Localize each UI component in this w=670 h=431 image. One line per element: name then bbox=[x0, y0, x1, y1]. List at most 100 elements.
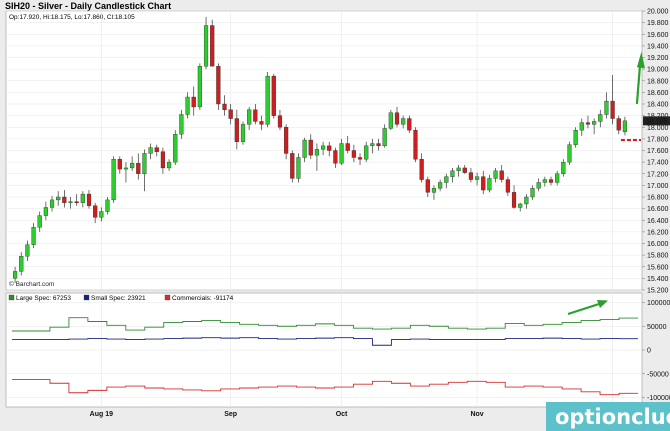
bullish-candle-body bbox=[80, 193, 85, 203]
bullish-candle-body bbox=[592, 121, 597, 125]
candle bbox=[567, 141, 572, 166]
chart-title: SIH20 - Silver - Daily Candlestick Chart bbox=[5, 1, 171, 11]
bearish-candle-body bbox=[462, 167, 467, 173]
price-y-tick-label: 17.200 bbox=[647, 171, 669, 178]
legend-swatch bbox=[164, 294, 171, 301]
bearish-candle-body bbox=[425, 179, 430, 193]
bullish-candle-body bbox=[19, 256, 24, 272]
bearish-candle-body bbox=[481, 176, 486, 191]
bearish-candle-body bbox=[511, 192, 517, 208]
price-y-tick-label: 17.600 bbox=[647, 148, 669, 155]
candle bbox=[240, 121, 246, 145]
cot-y-tick-label: 0 bbox=[647, 348, 651, 355]
price-y-tick-label: 16.600 bbox=[647, 206, 669, 213]
candle bbox=[296, 153, 301, 183]
bearish-candle-body bbox=[234, 118, 239, 142]
candle bbox=[573, 127, 578, 148]
bullish-candle-body bbox=[524, 196, 529, 205]
bearish-candle-body bbox=[499, 170, 504, 180]
price-y-tick-label: 15.600 bbox=[647, 264, 669, 271]
bearish-candle-body bbox=[610, 100, 615, 119]
price-y-tick-label: 16.000 bbox=[647, 241, 669, 248]
cot-y-tick-label: 100000 bbox=[647, 300, 670, 307]
last-price-marker: 18.105 bbox=[643, 116, 670, 126]
bearish-candle-body bbox=[333, 150, 338, 164]
price-y-tick-label: 18.000 bbox=[647, 125, 669, 132]
bullish-candle-body bbox=[598, 114, 603, 122]
cot-legend: Large Spec: 67253 Small Spec: 23921 Commer… bbox=[8, 294, 234, 302]
price-y-tick-label: 19.600 bbox=[647, 32, 669, 39]
bearish-candle-body bbox=[407, 118, 412, 131]
bearish-candle-body bbox=[93, 205, 98, 218]
bullish-candle-body bbox=[320, 145, 326, 150]
bullish-candle-body bbox=[444, 176, 449, 183]
bearish-candle-body bbox=[413, 129, 418, 160]
bullish-candle-body bbox=[604, 100, 609, 115]
candle bbox=[290, 150, 295, 183]
price-y-tick-label: 19.400 bbox=[647, 43, 669, 50]
bearish-candle-body bbox=[357, 157, 363, 160]
bearish-candle-body bbox=[345, 143, 350, 151]
price-y-tick-label: 16.200 bbox=[647, 229, 669, 236]
cot-y-tick-label: -50000 bbox=[647, 371, 669, 378]
bullish-candle-body bbox=[31, 227, 36, 245]
price-y-tick-label: 18.400 bbox=[647, 102, 669, 109]
price-y-tick-label: 20.000 bbox=[647, 9, 669, 16]
bearish-candle-body bbox=[222, 103, 227, 110]
chart-stage: SIH20 - Silver - Daily Candlestick Chart… bbox=[0, 0, 670, 431]
bullish-candle-body bbox=[12, 271, 18, 279]
bearish-candle-body bbox=[253, 109, 258, 122]
bearish-candle-body bbox=[62, 196, 67, 203]
bearish-candle-body bbox=[308, 139, 313, 156]
bullish-candle-body bbox=[518, 203, 523, 208]
bearish-candle-body bbox=[210, 25, 215, 67]
candle bbox=[388, 109, 393, 131]
bullish-candle-body bbox=[240, 124, 246, 142]
bearish-candle-body bbox=[394, 112, 400, 125]
bullish-candle-body bbox=[49, 199, 55, 208]
candle bbox=[111, 156, 116, 203]
cot-y-tick-label: -100000 bbox=[647, 395, 670, 402]
candle bbox=[271, 73, 276, 119]
bearish-candle-body bbox=[548, 179, 554, 183]
x-tick-label: Nov bbox=[470, 411, 483, 418]
bullish-candle-body bbox=[123, 167, 129, 170]
price-y-tick-label: 19.200 bbox=[647, 55, 669, 62]
price-y-tick-label: 18.600 bbox=[647, 90, 669, 97]
price-y-tick-label: 19.800 bbox=[647, 20, 669, 27]
chart-canvas: SIH20 - Silver - Daily Candlestick Chart… bbox=[0, 0, 670, 431]
ohlc-readout: Op:17.920, Hi:18.175, Lo:17.860, Cl:18.1… bbox=[9, 14, 135, 21]
bullish-candle-body bbox=[130, 163, 135, 169]
bullish-candle-body bbox=[438, 182, 443, 189]
legend-label: Commercials: -91174 bbox=[172, 295, 234, 302]
price-y-tick-label: 15.800 bbox=[647, 253, 669, 260]
bearish-candle-body bbox=[376, 143, 381, 147]
price-y-tick-label: 16.800 bbox=[647, 195, 669, 202]
bearish-candle-body bbox=[271, 75, 276, 116]
candle bbox=[197, 63, 202, 110]
bullish-candle-body bbox=[622, 120, 628, 133]
bullish-candle-body bbox=[185, 96, 190, 115]
price-y-tick-label: 17.800 bbox=[647, 136, 669, 143]
bearish-candle-body bbox=[585, 122, 591, 125]
bullish-candle-body bbox=[555, 173, 560, 183]
bullish-candle-body bbox=[542, 179, 547, 183]
price-y-tick-label: 17.400 bbox=[647, 160, 669, 167]
candle bbox=[216, 63, 221, 110]
legend-label: Small Spec: 23921 bbox=[91, 295, 146, 302]
bullish-candle-body bbox=[364, 145, 369, 160]
bearish-candle-body bbox=[259, 121, 264, 125]
bearish-candle-body bbox=[327, 145, 332, 151]
x-tick-label: Sep bbox=[224, 411, 237, 418]
bullish-candle-body bbox=[142, 153, 147, 174]
bullish-candle-body bbox=[37, 215, 42, 228]
bullish-candle-body bbox=[450, 170, 455, 177]
price-y-tick-label: 18.800 bbox=[647, 78, 669, 85]
bullish-candle-body bbox=[530, 188, 535, 198]
bullish-candle-body bbox=[401, 118, 406, 125]
price-y-tick-label: 17.000 bbox=[647, 183, 669, 190]
candle bbox=[210, 19, 215, 67]
bullish-candle-body bbox=[111, 159, 116, 201]
bearish-candle-body bbox=[216, 66, 221, 105]
bearish-candle-body bbox=[419, 159, 424, 180]
